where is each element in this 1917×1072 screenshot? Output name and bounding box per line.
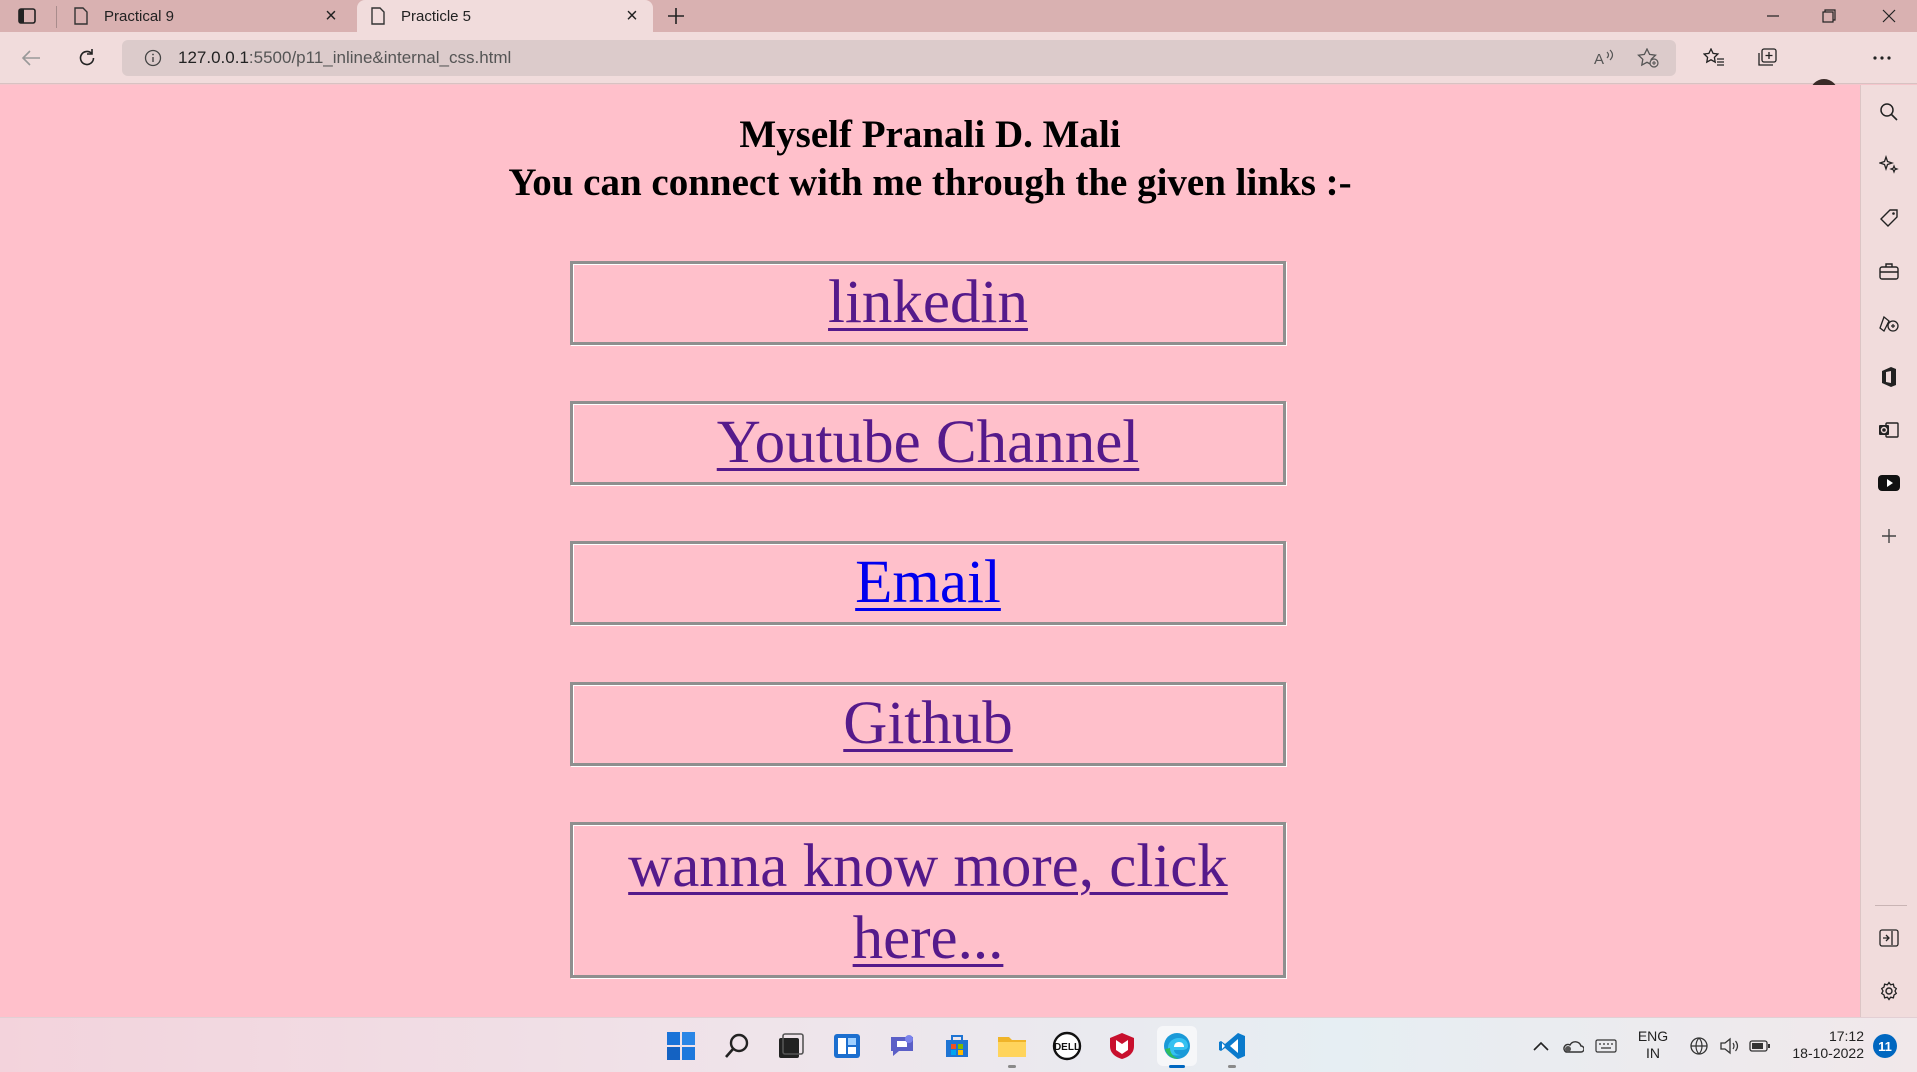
svg-text:A: A (1594, 51, 1604, 67)
youtube-icon[interactable] (1873, 467, 1905, 499)
onedrive-icon[interactable] (1559, 1033, 1585, 1059)
heading-subtitle: You can connect with me through the give… (508, 161, 1352, 204)
minimize-button[interactable] (1745, 0, 1801, 32)
keyboard-icon[interactable] (1593, 1033, 1619, 1059)
restore-button[interactable] (1801, 0, 1857, 32)
know-more-link[interactable]: wanna know more, click here... (628, 833, 1228, 972)
clock-date: 18-10-2022 (1792, 1045, 1864, 1061)
add-icon[interactable] (1873, 520, 1905, 552)
youtube-channel-link[interactable]: Youtube Channel (717, 409, 1140, 476)
tab-label: Practicle 5 (401, 7, 472, 25)
youtube-box: Youtube Channel (570, 401, 1286, 485)
tab-separator (56, 6, 57, 28)
url-text: 127.0.0.1:5500/p11_inline&internal_css.h… (178, 48, 511, 68)
language-code: ENG (1637, 1028, 1669, 1044)
office-icon[interactable] (1873, 361, 1905, 393)
document-icon (369, 5, 387, 27)
search-icon[interactable] (1873, 96, 1905, 128)
edge-sidebar (1860, 85, 1917, 1017)
sparkle-icon[interactable] (1873, 149, 1905, 181)
document-icon (72, 5, 90, 27)
edge-icon[interactable] (1157, 1026, 1197, 1068)
tab-label: Practical 9 (104, 7, 175, 25)
favorites-icon[interactable] (1696, 41, 1732, 75)
close-window-button[interactable] (1861, 0, 1917, 32)
clock-time: 17:12 (1828, 1028, 1864, 1044)
widgets-icon[interactable] (827, 1026, 867, 1066)
tag-icon[interactable] (1873, 202, 1905, 234)
close-tab-icon[interactable]: × (318, 3, 344, 29)
know-more-box: wanna know more, click here... (570, 822, 1286, 978)
svg-text:DELL: DELL (1054, 1042, 1080, 1053)
battery-icon[interactable] (1747, 1033, 1773, 1059)
back-button[interactable] (14, 41, 48, 75)
add-favorite-icon[interactable] (1626, 42, 1670, 74)
search-icon[interactable] (718, 1026, 758, 1066)
heading-name: Myself Pranali D. Mali (739, 113, 1121, 156)
region-code: IN (1646, 1045, 1660, 1061)
page-heading: Myself Pranali D. Mali You can connect w… (0, 111, 1860, 207)
chat-icon[interactable] (882, 1026, 922, 1066)
read-aloud-icon[interactable]: A (1582, 42, 1626, 74)
network-globe-icon[interactable] (1686, 1033, 1712, 1059)
sidebar-collapse-icon[interactable] (1873, 922, 1905, 954)
tab-practicle-5[interactable]: Practicle 5 × (357, 0, 653, 32)
store-icon[interactable] (937, 1026, 977, 1066)
address-bar[interactable]: 127.0.0.1:5500/p11_inline&internal_css.h… (122, 40, 1676, 76)
volume-icon[interactable] (1716, 1033, 1742, 1059)
notification-badge[interactable]: 11 (1873, 1034, 1897, 1058)
start-icon[interactable] (661, 1026, 701, 1066)
task-view-icon[interactable] (771, 1026, 811, 1066)
games-icon[interactable] (1873, 308, 1905, 340)
url-host: 127.0.0.1 (178, 48, 249, 67)
new-tab-button[interactable] (660, 2, 692, 30)
tab-practical-9[interactable]: Practical 9 × (60, 0, 352, 32)
clock[interactable]: 17:12 18-10-2022 (1780, 1028, 1864, 1062)
linkedin-link[interactable]: linkedin (828, 269, 1028, 336)
vscode-icon[interactable] (1212, 1026, 1252, 1068)
language-indicator[interactable]: ENG IN (1636, 1028, 1670, 1062)
email-box: Email (570, 541, 1286, 625)
chevron-up-icon[interactable] (1528, 1033, 1554, 1059)
outlook-icon[interactable] (1873, 414, 1905, 446)
title-bar: Practical 9 × Practicle 5 × (0, 0, 1917, 32)
taskbar: DELL ENG IN 17:12 18-10-2022 11 (0, 1017, 1917, 1072)
collections-icon[interactable] (1750, 41, 1786, 75)
navigation-bar: 127.0.0.1:5500/p11_inline&internal_css.h… (0, 32, 1917, 107)
page-content: Myself Pranali D. Mali You can connect w… (0, 85, 1860, 1017)
dell-icon[interactable]: DELL (1047, 1026, 1087, 1066)
address-bar-actions: A (1582, 42, 1670, 74)
settings-icon[interactable] (1873, 975, 1905, 1007)
mcafee-icon[interactable] (1102, 1026, 1142, 1066)
briefcase-icon[interactable] (1873, 255, 1905, 287)
refresh-button[interactable] (70, 41, 104, 75)
file-explorer-icon[interactable] (992, 1026, 1032, 1068)
info-icon[interactable] (142, 47, 164, 69)
close-tab-icon[interactable]: × (619, 3, 645, 29)
more-options-icon[interactable] (1864, 41, 1900, 75)
github-box: Github (570, 682, 1286, 766)
linkedin-box: linkedin (570, 261, 1286, 345)
url-path: :5500/p11_inline&internal_css.html (248, 48, 512, 67)
tab-actions-icon[interactable] (16, 5, 38, 27)
github-link[interactable]: Github (843, 690, 1012, 757)
sidebar-divider (1875, 905, 1907, 906)
email-link[interactable]: Email (855, 549, 1001, 616)
